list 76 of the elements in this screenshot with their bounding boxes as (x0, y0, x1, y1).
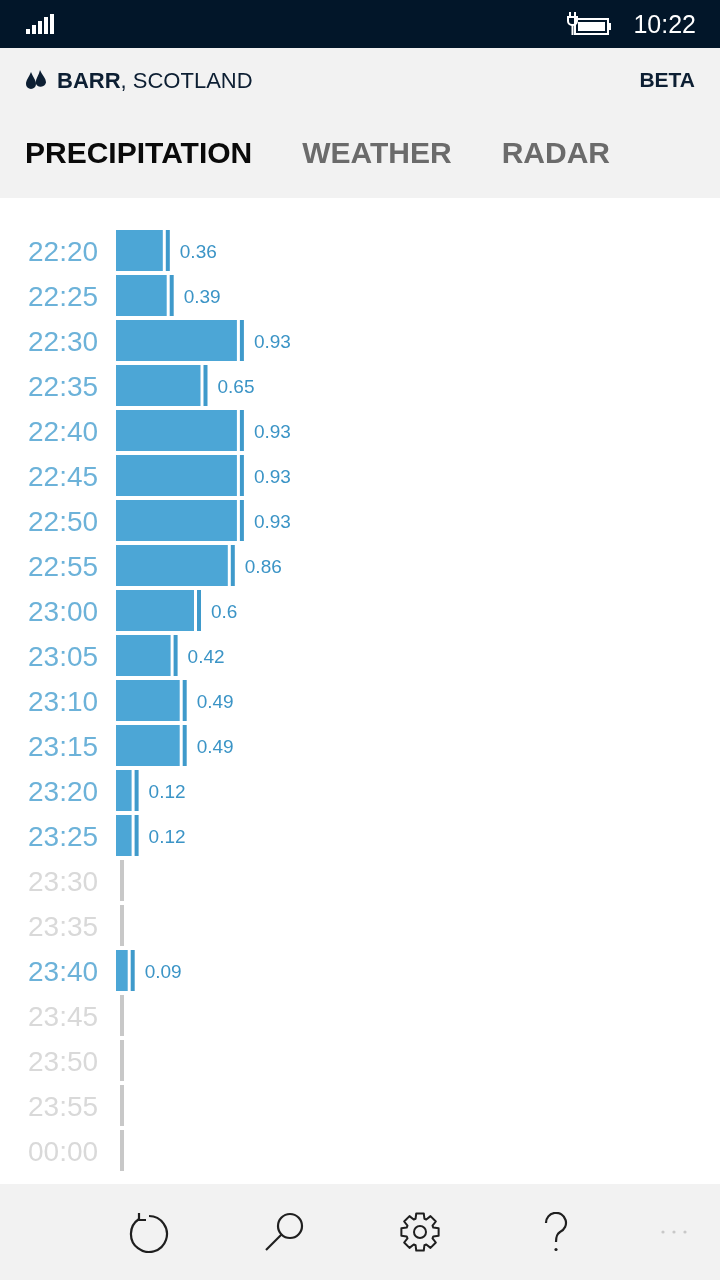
end-cap-tick (239, 320, 244, 361)
bar (116, 680, 180, 721)
time-label: 22:30 (28, 326, 99, 357)
value-label: 0.09 (144, 961, 182, 982)
help-button[interactable] (544, 1212, 568, 1252)
time-label: 22:45 (28, 461, 99, 492)
clock-time: 10:22 (633, 11, 696, 37)
time-label: 22:20 (28, 236, 99, 267)
end-cap-tick (239, 455, 244, 496)
bar (116, 770, 132, 811)
signal-strength-icon (26, 14, 54, 34)
time-label: 23:20 (28, 776, 99, 807)
time-label: 23:05 (28, 641, 99, 672)
value-label: 0.36 (179, 241, 217, 262)
bar (116, 815, 132, 856)
refresh-button[interactable] (127, 1211, 169, 1253)
bar (116, 275, 167, 316)
tab[interactable]: PRECIPITATION (25, 138, 253, 168)
value-label: 0.6 (211, 601, 238, 622)
time-label: 22:35 (28, 371, 99, 402)
empty-slot-tick (120, 1040, 124, 1081)
search-icon (264, 1212, 304, 1252)
end-cap-tick (134, 815, 139, 856)
location-title: BARR, SCOTLAND (57, 66, 253, 95)
value-label: 0.65 (217, 376, 255, 397)
value-label: 0.93 (253, 421, 291, 442)
refresh-icon (127, 1211, 169, 1253)
end-cap-tick (169, 275, 174, 316)
end-cap-tick (203, 365, 208, 406)
value-label: 0.93 (253, 466, 291, 487)
end-cap-tick (197, 590, 201, 631)
end-cap-tick (173, 635, 178, 676)
time-label: 23:00 (28, 596, 99, 627)
battery-charging-icon (567, 12, 614, 36)
end-cap-tick (130, 950, 135, 991)
value-label: 0.39 (183, 286, 221, 307)
empty-slot-tick (120, 905, 124, 946)
time-label: 22:40 (28, 416, 99, 447)
search-button[interactable] (264, 1212, 304, 1252)
bar (116, 230, 163, 271)
end-cap-tick (182, 725, 187, 766)
value-label: 0.93 (253, 511, 291, 532)
empty-slot-tick (120, 860, 124, 901)
time-label: 23:10 (28, 686, 99, 717)
settings-icon (400, 1212, 440, 1252)
empty-slot-tick (120, 1085, 124, 1126)
value-label: 0.49 (196, 736, 234, 757)
time-label: 22:25 (28, 281, 99, 312)
bar (116, 725, 180, 766)
end-cap-tick (230, 545, 235, 586)
help-icon (544, 1212, 568, 1252)
time-label: 23:25 (28, 821, 99, 852)
raindrops-icon (25, 70, 47, 90)
value-label: 0.42 (187, 646, 225, 667)
time-label: 22:50 (28, 506, 99, 537)
value-label: 0.93 (253, 331, 291, 352)
value-label: 0.86 (244, 556, 282, 577)
beta-label: BETA (639, 67, 695, 94)
time-label: 22:55 (28, 551, 99, 582)
value-label: 0.12 (148, 826, 186, 847)
empty-slot-tick (120, 995, 124, 1036)
end-cap-tick (239, 410, 244, 451)
bar (116, 950, 128, 991)
empty-slot-tick (120, 1130, 124, 1171)
end-cap-tick (134, 770, 139, 811)
end-cap-tick (182, 680, 187, 721)
value-label: 0.12 (148, 781, 186, 802)
end-cap-tick (239, 500, 244, 541)
tab[interactable]: WEATHER (302, 138, 452, 168)
tab[interactable]: RADAR (501, 138, 610, 168)
value-label: 0.49 (196, 691, 234, 712)
end-cap-tick (165, 230, 170, 271)
time-label: 23:15 (28, 731, 99, 762)
settings-button[interactable] (400, 1212, 440, 1252)
bar (116, 635, 171, 676)
time-label: 23:40 (28, 956, 99, 987)
